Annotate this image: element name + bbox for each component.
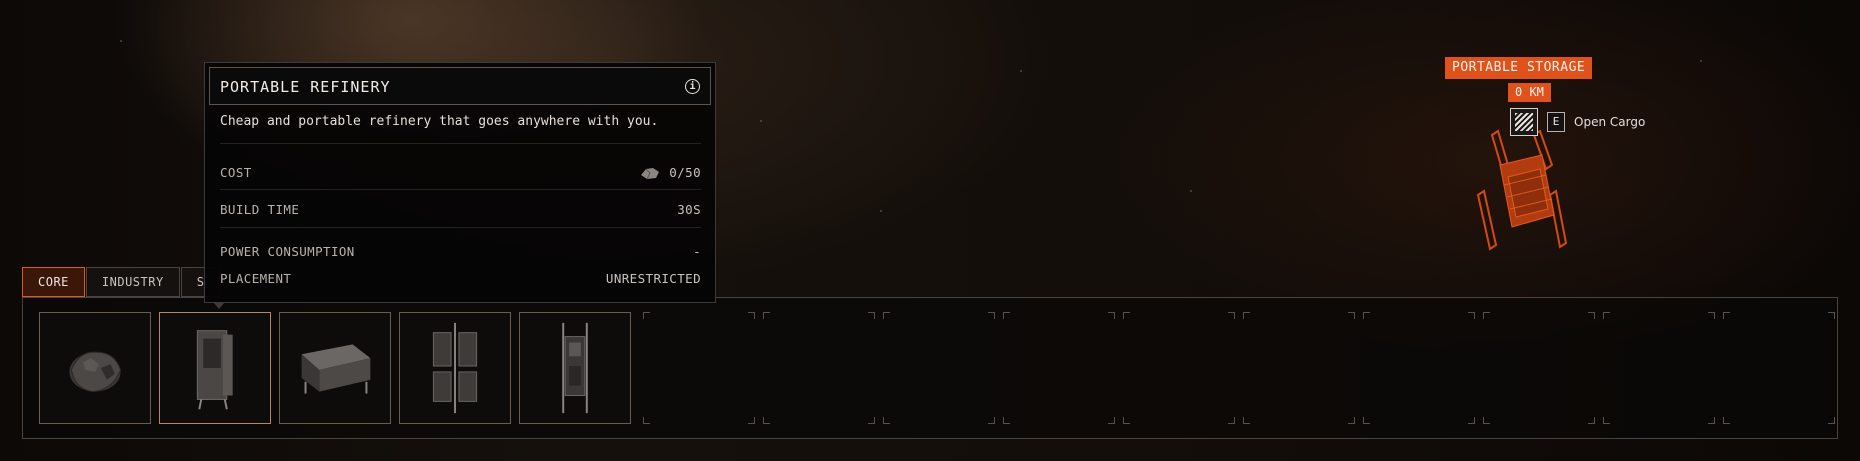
- cost-row: COST 0/50: [220, 165, 701, 180]
- empty-build-slot: [883, 312, 995, 424]
- world-marker-distance: 0 KM: [1508, 83, 1551, 102]
- tooltip-pointer: [213, 302, 225, 309]
- empty-build-slot: [1243, 312, 1355, 424]
- tab-core[interactable]: CORE: [22, 267, 85, 297]
- divider: [220, 189, 701, 190]
- build-menu-panel: [22, 297, 1838, 439]
- placement-value: UNRESTRICTED: [605, 271, 701, 286]
- empty-build-slot: [1003, 312, 1115, 424]
- cargo-crate-icon: [1510, 108, 1538, 136]
- divider: [220, 143, 701, 144]
- portable-refinery-icon: [196, 330, 233, 410]
- item-tooltip: PORTABLE REFINERY i Cheap and portable r…: [204, 62, 716, 309]
- power-value: -: [693, 244, 701, 259]
- placement-label: PLACEMENT: [220, 271, 292, 286]
- info-icon[interactable]: i: [685, 79, 700, 94]
- star: [1190, 190, 1192, 192]
- build-category-tabs: CORE INDUSTRY S: [22, 267, 221, 297]
- empty-build-slot: [1723, 312, 1835, 424]
- star: [1020, 70, 1022, 72]
- build-time-label: BUILD TIME: [220, 202, 300, 217]
- cost-value: 0/50: [669, 165, 701, 180]
- ore-chunk-icon: [641, 168, 660, 180]
- build-slot-portable-refinery[interactable]: [159, 312, 271, 424]
- tooltip-title: PORTABLE REFINERY: [220, 78, 391, 96]
- empty-build-slot: [1123, 312, 1235, 424]
- build-slot-antenna-tower[interactable]: [519, 312, 631, 424]
- tab-industry[interactable]: INDUSTRY: [85, 267, 180, 297]
- tooltip-header: PORTABLE REFINERY i: [209, 67, 711, 105]
- interact-key-hint: E: [1547, 112, 1565, 132]
- divider: [220, 227, 701, 228]
- empty-build-slot: [1363, 312, 1475, 424]
- portable-storage-icon: [301, 344, 371, 394]
- ore-deposit-icon: [69, 351, 122, 393]
- star: [760, 120, 762, 122]
- tooltip-description: Cheap and portable refinery that goes an…: [220, 114, 659, 129]
- build-slot-solar-array[interactable]: [399, 312, 511, 424]
- world-marker-title: PORTABLE STORAGE: [1445, 57, 1593, 79]
- cost-label: COST: [220, 165, 252, 180]
- star: [1700, 60, 1702, 62]
- power-row: POWER CONSUMPTION -: [220, 244, 701, 259]
- build-slot-portable-storage[interactable]: [279, 312, 391, 424]
- empty-build-slot: [763, 312, 875, 424]
- star: [120, 40, 122, 42]
- empty-build-slot: [1483, 312, 1595, 424]
- build-slot-ore-deposit[interactable]: [39, 312, 151, 424]
- antenna-tower-icon: [562, 322, 588, 414]
- empty-build-slot: [643, 312, 755, 424]
- star: [880, 210, 882, 212]
- placement-row: PLACEMENT UNRESTRICTED: [220, 271, 701, 286]
- power-label: POWER CONSUMPTION: [220, 244, 355, 259]
- build-time-value: 30S: [677, 202, 701, 217]
- build-time-row: BUILD TIME 30S: [220, 202, 701, 217]
- solar-array-icon: [432, 322, 478, 414]
- empty-build-slot: [1603, 312, 1715, 424]
- portable-storage-object[interactable]: [1468, 125, 1578, 260]
- open-cargo-prompt[interactable]: Open Cargo: [1574, 115, 1645, 129]
